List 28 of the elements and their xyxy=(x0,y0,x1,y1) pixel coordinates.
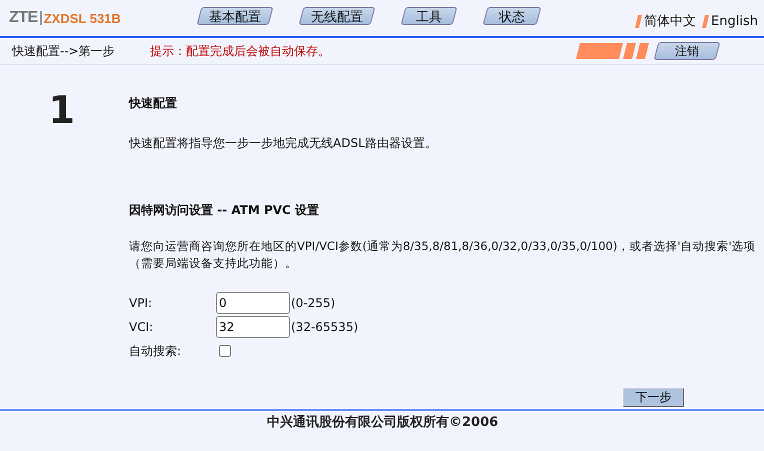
nav-tab[interactable]: 工具 xyxy=(403,7,455,25)
checkbox[interactable] xyxy=(219,345,231,357)
section-heading: 因特网访问设置 -- ATM PVC 设置 xyxy=(129,202,320,219)
input-field[interactable]: 0 xyxy=(216,292,290,314)
field-label: 自动搜索: xyxy=(129,342,182,360)
section-title: 快速配置 xyxy=(129,95,178,112)
intro-text: 快速配置将指导您一步一步地完成无线ADSL路由器设置。 xyxy=(129,135,438,152)
input-field[interactable]: 32 xyxy=(216,316,290,338)
nav-tab[interactable]: 状态 xyxy=(485,7,539,25)
range-hint: (0-255) xyxy=(291,296,336,310)
next-button[interactable]: 下一步 xyxy=(623,388,684,407)
range-hint: (32-65535) xyxy=(291,320,358,334)
nav-tab[interactable]: 基本配置 xyxy=(199,7,271,25)
flag-mark-icon xyxy=(635,14,642,28)
logout-button[interactable]: 注销 xyxy=(656,42,718,60)
copyright-text: 中兴通讯股份有限公司版权所有©2006 xyxy=(267,414,500,431)
flag-mark-icon xyxy=(702,14,710,28)
field-label: VPI: xyxy=(129,296,154,310)
brand-logo: ZTE xyxy=(9,11,42,25)
step-number: 1 xyxy=(48,90,76,134)
nav-tab[interactable]: 无线配置 xyxy=(301,7,373,25)
language-link[interactable]: English xyxy=(711,14,758,28)
field-label: VCI: xyxy=(129,320,154,334)
language-link[interactable]: 简体中文 xyxy=(644,12,696,30)
description-text: 请您向运营商咨询您所在地区的VPI/VCI参数(通常为8/35,8/81,8/36,0/32,0/33,0/35,0/100)，或者选择'自动搜索'选项（需要局端设备支持此功能）。 xyxy=(129,238,757,272)
hint-text: 提示：配置完成后会被自动保存。 xyxy=(150,42,330,60)
model-name: ZXDSL 531B xyxy=(44,10,121,26)
breadcrumb: 快速配置-->第一步 xyxy=(12,42,116,60)
